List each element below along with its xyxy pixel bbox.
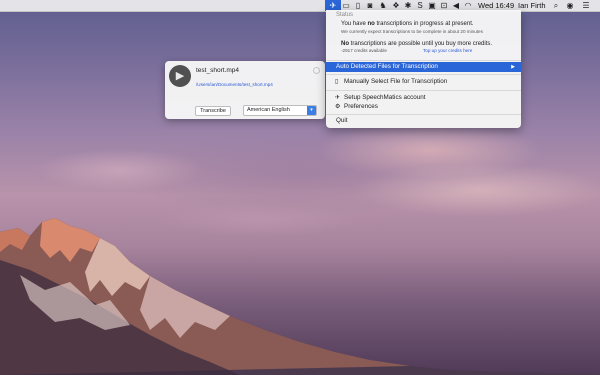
- gear-icon: ⚙: [335, 104, 341, 110]
- language-select[interactable]: American English ▾: [243, 105, 317, 116]
- status-header: Status: [336, 12, 354, 18]
- menu-item-label: Manually Select File for Transcription: [344, 78, 448, 85]
- menu-item-quit[interactable]: Quit: [326, 116, 521, 126]
- wifi-icon[interactable]: ◠: [462, 1, 474, 10]
- menu-item-label: Auto Detected Files for Transcription: [336, 63, 438, 70]
- chevron-down-icon: ▾: [307, 106, 316, 115]
- airplay-icon[interactable]: ⊡: [438, 1, 450, 10]
- credits-text-bold: No: [341, 41, 349, 47]
- menu-divider: [326, 60, 521, 61]
- status-text-pre: You have: [341, 21, 368, 27]
- evernote-icon[interactable]: ♞: [377, 1, 389, 10]
- file-path-link[interactable]: /Users/ian/Documents/test_short.mp4: [196, 82, 273, 87]
- dropbox-icon[interactable]: ❖: [390, 1, 402, 10]
- display-icon[interactable]: ▣: [426, 1, 438, 10]
- transcribe-button[interactable]: Transcribe: [195, 106, 231, 116]
- close-icon[interactable]: [313, 67, 320, 74]
- status-estimate: We currently expect transcriptions to be…: [341, 29, 483, 34]
- menu-divider: [326, 90, 521, 91]
- menu-item-label: Preferences: [344, 103, 378, 110]
- notification-center-icon[interactable]: ☰: [580, 1, 592, 10]
- menu-divider: [326, 114, 521, 115]
- siri-icon[interactable]: ◉: [564, 1, 576, 10]
- menu-item-auto-detected[interactable]: Auto Detected Files for Transcription ▶: [326, 62, 521, 72]
- status-text-post: transcriptions in progress at present.: [374, 21, 474, 27]
- topup-link[interactable]: Top up your credits here: [423, 48, 472, 53]
- menu-item-preferences[interactable]: ⚙ Preferences: [326, 102, 521, 112]
- volume-icon[interactable]: ◀: [450, 1, 462, 10]
- speechmatics-menu: Status You have no transcriptions in pro…: [326, 10, 521, 128]
- camera-icon[interactable]: ◙: [364, 1, 376, 10]
- video-camera-icon: ▶: [169, 65, 191, 87]
- menu-item-label: Quit: [336, 117, 348, 124]
- bluetooth-icon[interactable]: ✱: [402, 1, 414, 10]
- document-icon: ▯: [335, 79, 339, 85]
- battery-icon[interactable]: ▯: [352, 1, 364, 10]
- menu-divider: [326, 74, 521, 75]
- credits-available: -2917 credits available: [341, 48, 387, 53]
- status-message: You have no transcriptions in progress a…: [341, 21, 474, 27]
- transcription-window: ▶ test_short.mp4 /Users/ian/Documents/te…: [165, 61, 325, 119]
- status-text-bold: no: [367, 21, 375, 27]
- file-name: test_short.mp4: [196, 67, 239, 74]
- submenu-arrow-icon: ▶: [511, 64, 515, 70]
- menu-item-manual-select[interactable]: ▯ Manually Select File for Transcription: [326, 77, 521, 87]
- spotlight-icon[interactable]: ⌕: [550, 1, 562, 10]
- language-value: American English: [247, 107, 290, 113]
- credits-text-post: transcriptions are possible until you bu…: [349, 41, 493, 47]
- screen-icon[interactable]: ▭: [340, 1, 352, 10]
- user-name[interactable]: Ian Firth: [518, 0, 546, 11]
- credits-message: No transcriptions are possible until you…: [341, 41, 492, 47]
- skype-icon[interactable]: S: [414, 1, 426, 10]
